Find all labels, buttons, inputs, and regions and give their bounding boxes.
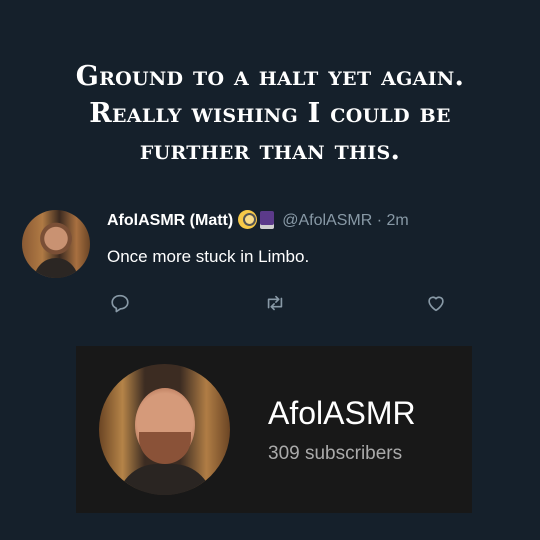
retweet-icon[interactable] xyxy=(264,292,288,316)
face-with-monocle-emoji-icon xyxy=(238,210,258,229)
display-name[interactable]: AfolASMR (Matt) xyxy=(107,212,233,229)
avatar[interactable] xyxy=(22,210,90,278)
book-emoji-icon xyxy=(260,211,275,229)
separator: · xyxy=(376,212,383,229)
channel-card[interactable]: AfolASMR 309 subscribers xyxy=(76,346,472,513)
channel-avatar[interactable] xyxy=(99,364,230,495)
reply-icon[interactable] xyxy=(109,292,133,316)
tweet[interactable]: AfolASMR (Matt) @AfolASMR · 2m Once more … xyxy=(18,206,528,326)
subscriber-count: 309 subscribers xyxy=(268,443,403,464)
avatar-shirt xyxy=(117,464,213,495)
timestamp[interactable]: 2m xyxy=(386,212,408,229)
channel-name[interactable]: AfolASMR xyxy=(268,395,416,431)
tweet-header: AfolASMR (Matt) @AfolASMR · 2m xyxy=(107,210,409,231)
avatar-shirt xyxy=(34,258,78,278)
headline-line-3: further than this. xyxy=(139,135,401,166)
like-icon[interactable] xyxy=(425,292,449,316)
headline: Ground to a halt yet again. Really wishi… xyxy=(0,58,540,169)
tweet-actions xyxy=(107,292,447,316)
tweet-text: Once more stuck in Limbo. xyxy=(107,247,310,266)
handle[interactable]: @AfolASMR xyxy=(282,212,372,229)
headline-line-1: Ground to a halt yet again. xyxy=(75,61,465,92)
headline-line-2: Really wishing I could be xyxy=(89,98,451,129)
avatar-beard xyxy=(139,432,191,464)
